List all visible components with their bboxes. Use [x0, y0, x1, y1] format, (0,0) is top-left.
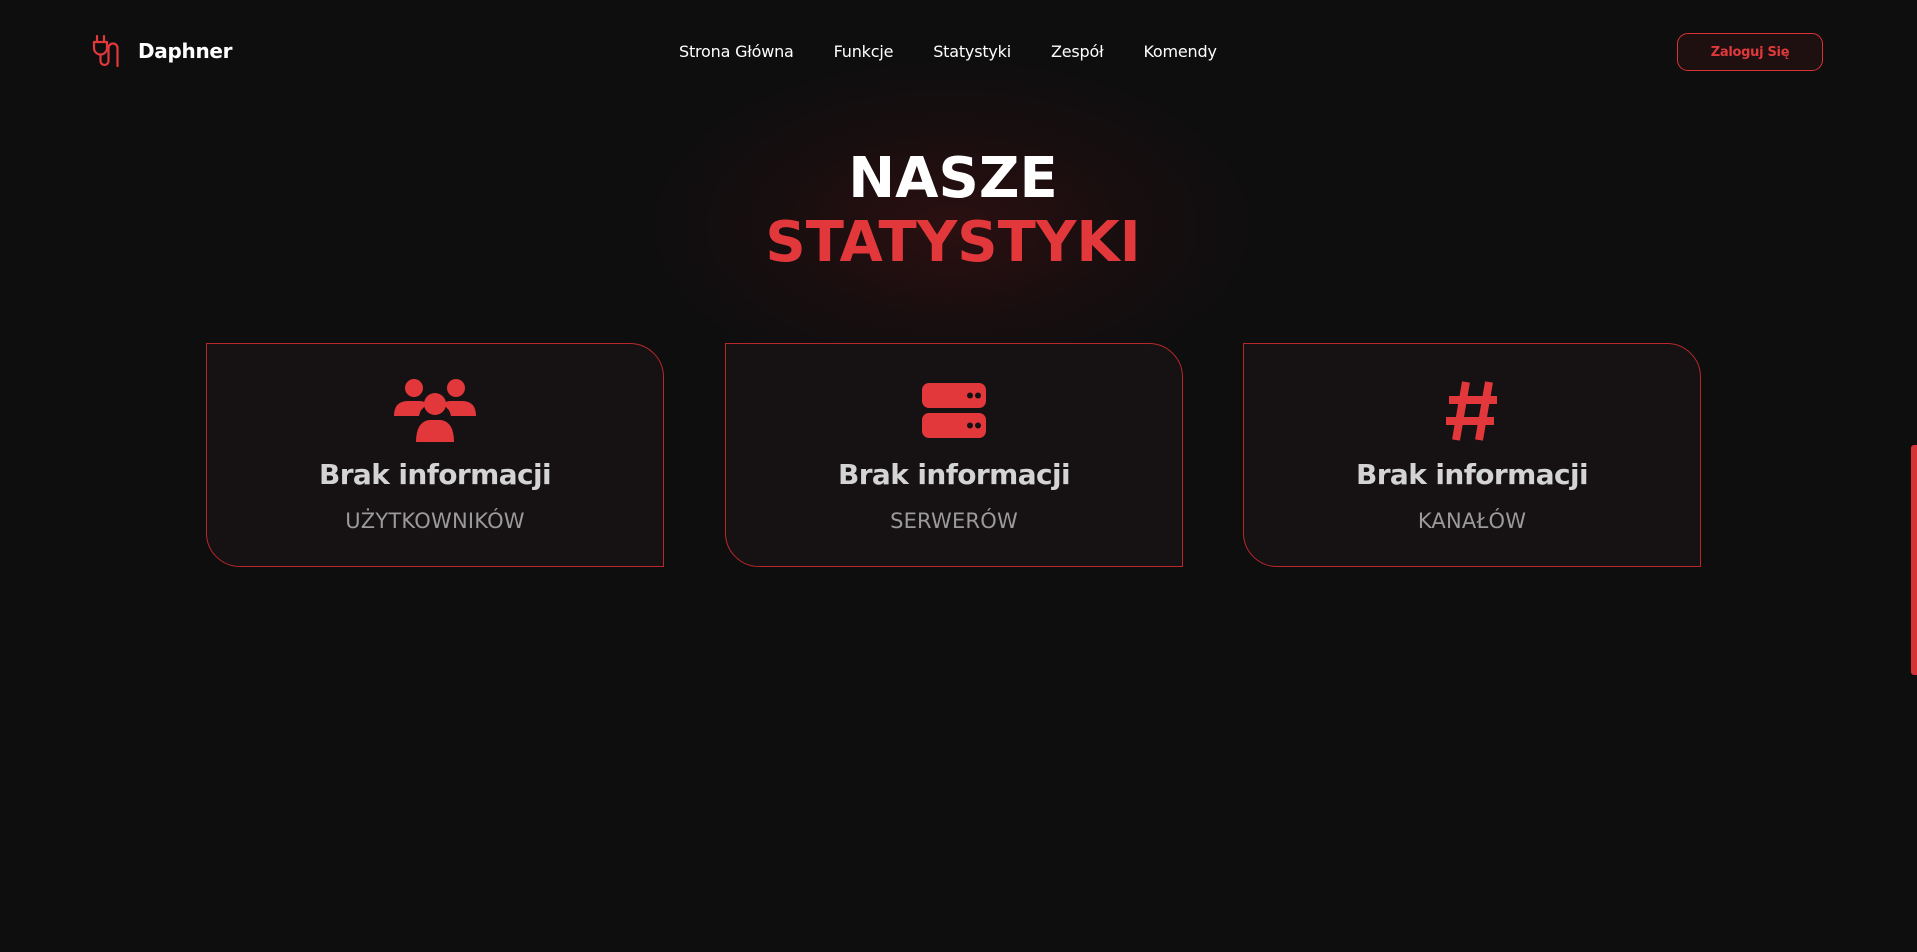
stat-label: KANAŁÓW — [1417, 509, 1527, 533]
heading-line-2: STATYSTYKI — [765, 210, 1141, 275]
nav-link-team[interactable]: Zespół — [1051, 42, 1104, 61]
brand-name: Daphner — [138, 39, 233, 63]
navbar: Daphner Strona Główna Funkcje Statystyki… — [0, 0, 1917, 104]
stat-label: SERWERÓW — [890, 509, 1018, 533]
nav-link-home[interactable]: Strona Główna — [679, 42, 794, 61]
plug-icon — [92, 34, 119, 68]
hashtag-icon — [1446, 381, 1497, 441]
nav-link-statistics[interactable]: Statystyki — [933, 42, 1011, 61]
scrollbar-thumb[interactable] — [1911, 445, 1917, 675]
stat-value: Brak informacji — [837, 458, 1071, 491]
stat-card-servers: Brak informacji SERWERÓW — [725, 343, 1183, 567]
stat-value: Brak informacji — [1355, 458, 1589, 491]
server-icon — [922, 383, 986, 438]
stat-card-users: Brak informacji UŻYTKOWNIKÓW — [206, 343, 664, 567]
brand[interactable]: Daphner — [92, 33, 233, 69]
page: Daphner Strona Główna Funkcje Statystyki… — [0, 0, 1917, 952]
nav-link-commands[interactable]: Komendy — [1143, 42, 1216, 61]
heading-line-1: NASZE — [848, 146, 1058, 211]
main-menu: Strona Główna Funkcje Statystyki Zespół … — [679, 40, 1217, 62]
stat-value: Brak informacji — [318, 458, 552, 491]
stat-card-channels: Brak informacji KANAŁÓW — [1243, 343, 1701, 567]
nav-link-features[interactable]: Funkcje — [834, 42, 894, 61]
users-icon — [394, 379, 476, 442]
stat-label: UŻYTKOWNIKÓW — [345, 509, 525, 533]
login-button[interactable]: Zaloguj Się — [1677, 33, 1823, 71]
section-heading: NASZE STATYSTYKI — [658, 148, 1248, 276]
